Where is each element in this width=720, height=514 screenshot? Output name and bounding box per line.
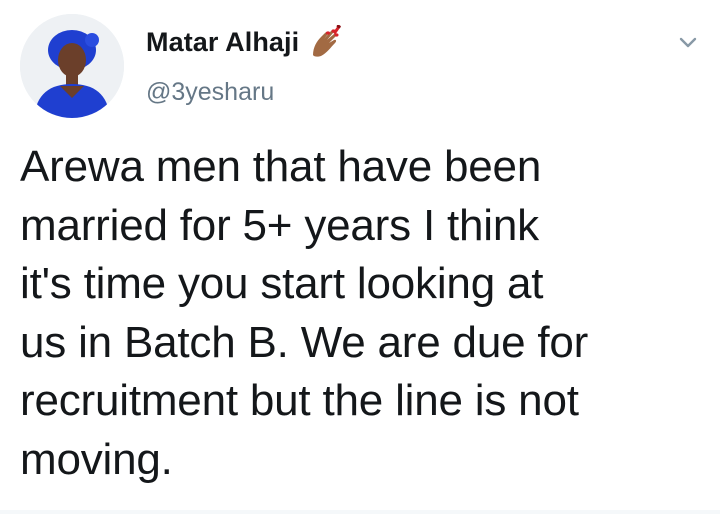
author-display-name[interactable]: Matar Alhaji bbox=[146, 27, 299, 58]
author-name-row: Matar Alhaji bbox=[146, 20, 343, 64]
avatar[interactable] bbox=[20, 14, 124, 118]
tweet-text: Arewa men that have been married for 5+ … bbox=[20, 142, 589, 484]
nail-polish-icon bbox=[309, 24, 343, 59]
tweet-card: Matar Alhaji @3yesharu Arewa men that ha… bbox=[0, 0, 720, 514]
author-handle[interactable]: @3yesharu bbox=[146, 78, 274, 107]
chevron-down-icon[interactable] bbox=[676, 30, 700, 54]
avatar-image bbox=[20, 14, 124, 118]
divider bbox=[0, 510, 720, 514]
